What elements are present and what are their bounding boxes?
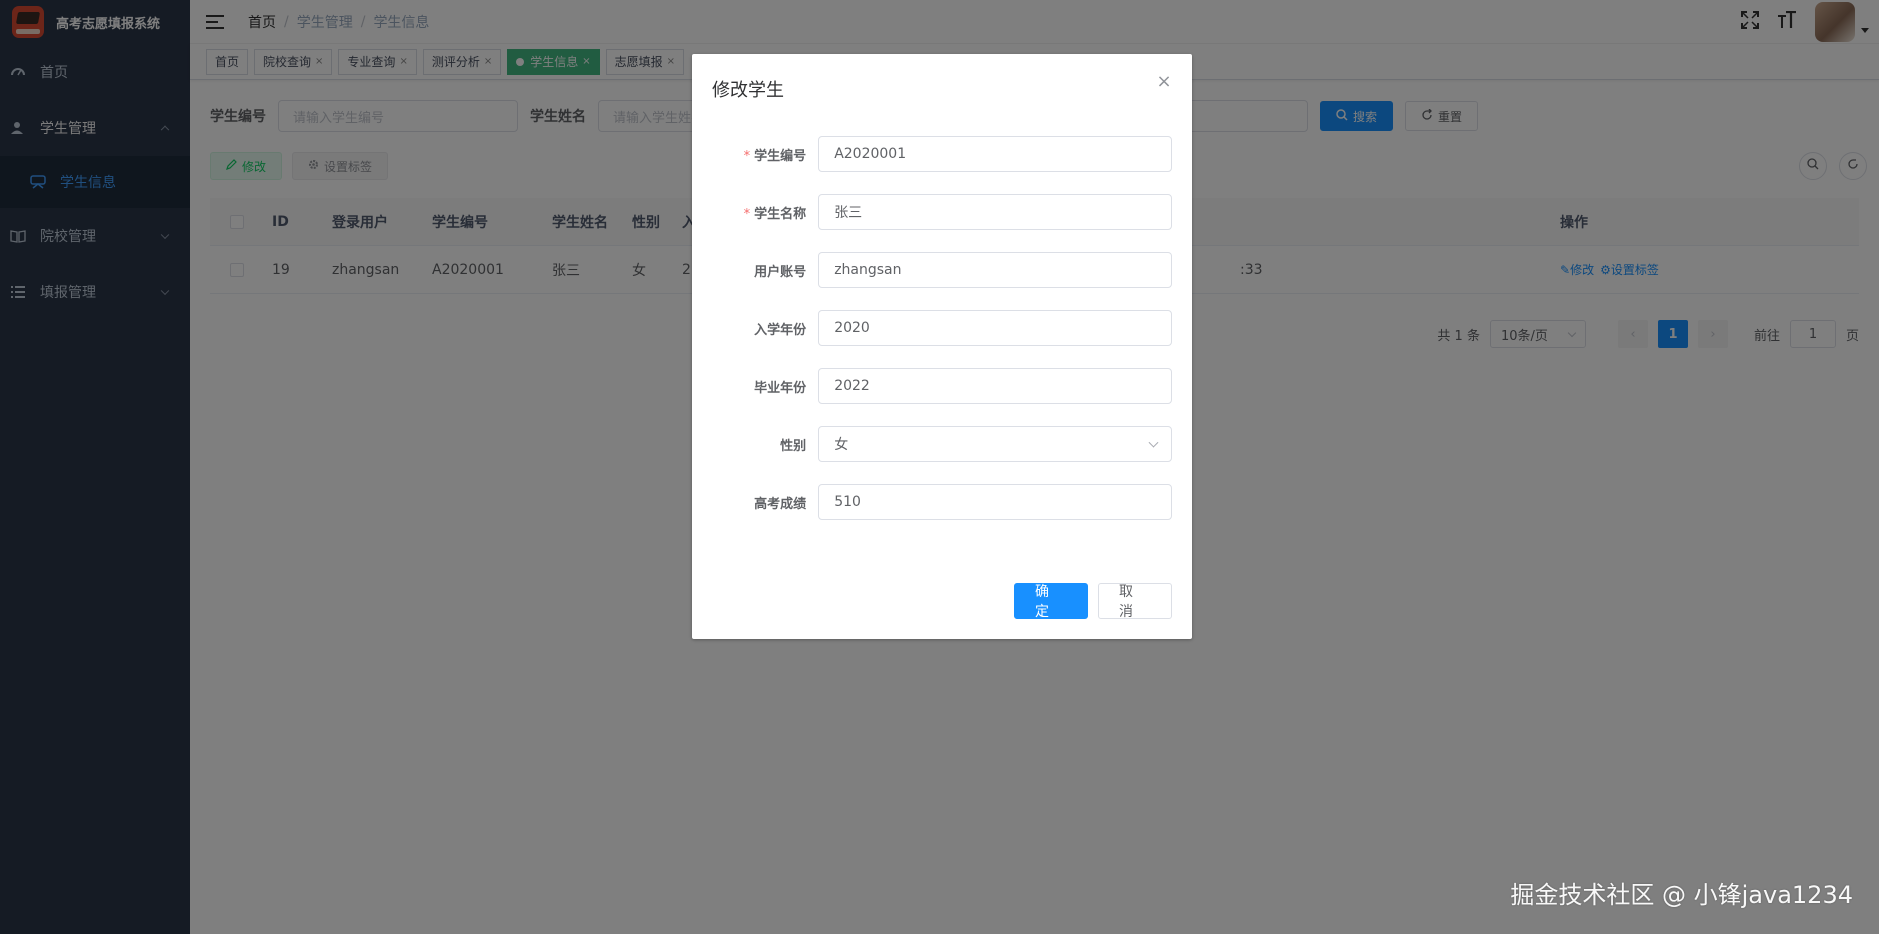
chevron-down-icon	[1148, 437, 1159, 448]
form-row-graduate-year: 毕业年份 2022	[712, 368, 1172, 404]
watermark: 掘金技术社区 @ 小锋java1234	[1510, 881, 1853, 909]
close-icon[interactable]: ×	[1156, 73, 1172, 91]
form-label: 性别	[780, 438, 807, 454]
form-label: * 学生名称	[743, 206, 807, 222]
confirm-button[interactable]: 确 定	[1014, 583, 1088, 620]
graduate-year-field[interactable]: 2022	[818, 368, 1172, 404]
form-row-enroll-year: 入学年份 2020	[712, 310, 1172, 346]
enroll-year-field[interactable]: 2020	[818, 310, 1172, 346]
edit-student-dialog: 修改学生 × * 学生编号 A2020001 * 学生名称 张三 用户账号 zhan…	[692, 54, 1192, 639]
form-label: * 学生编号	[743, 148, 807, 164]
form-row-user-account: 用户账号 zhangsan	[712, 252, 1172, 288]
form-label: 高考成绩	[754, 496, 807, 512]
dialog-header: 修改学生 ×	[692, 54, 1192, 124]
student-no-field[interactable]: A2020001	[818, 136, 1172, 172]
form-row-gender: 性别 女	[712, 426, 1172, 462]
form-label: 毕业年份	[754, 380, 807, 396]
form-label: 用户账号	[754, 264, 807, 280]
gender-select[interactable]: 女	[818, 426, 1172, 462]
form-row-score: 高考成绩 510	[712, 484, 1172, 520]
required-mark: *	[743, 206, 751, 222]
gender-select-value: 女	[834, 437, 849, 453]
dialog-title: 修改学生	[712, 80, 784, 101]
form-row-student-name: * 学生名称 张三	[712, 194, 1172, 230]
dialog-footer: 确 定 取 消	[1014, 583, 1172, 620]
required-mark: *	[743, 148, 751, 164]
user-account-field[interactable]: zhangsan	[818, 252, 1172, 288]
student-name-field[interactable]: 张三	[818, 194, 1172, 230]
edit-student-form: * 学生编号 A2020001 * 学生名称 张三 用户账号 zhangsan 入学…	[692, 124, 1192, 520]
form-label: 入学年份	[754, 322, 807, 338]
cancel-button[interactable]: 取 消	[1098, 583, 1172, 620]
score-field[interactable]: 510	[818, 484, 1172, 520]
form-row-student-no: * 学生编号 A2020001	[712, 136, 1172, 172]
